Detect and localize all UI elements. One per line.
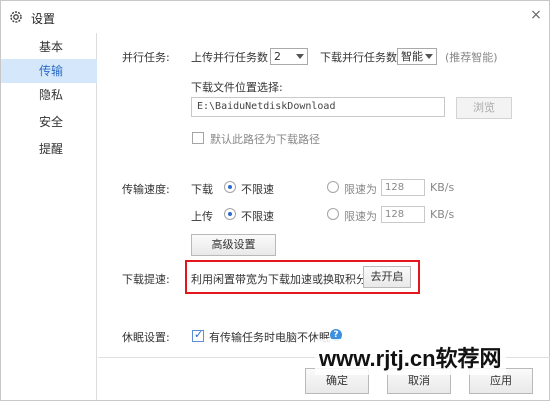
accelerate-description: 利用闲置带宽为下载加速或换取积分 [191,273,367,286]
title-bar: 设置 × [1,1,549,33]
site-watermark: www.rjtj.cn软荐网 [315,339,506,375]
enable-accelerate-button[interactable]: 去开启 [363,266,411,288]
no-sleep-checkbox[interactable] [192,328,204,342]
upload-parallel-select[interactable]: 2 [270,48,308,65]
upload-unlimited-radio[interactable] [224,208,236,220]
download-speed-label: 下载 [191,183,213,196]
download-limit-unit: KB/s [430,181,455,194]
upload-limit-radio[interactable] [327,208,339,220]
sidebar-item-transfer[interactable]: 传输 [1,59,97,83]
sidebar-item-security[interactable]: 安全 [1,110,97,134]
transfer-speed-label: 传输速度: [122,183,170,196]
no-sleep-label: 有传输任务时电脑不休眠 [209,331,330,344]
sidebar-item-reminder[interactable]: 提醒 [1,137,97,161]
default-path-label: 默认此路径为下载路径 [210,133,320,146]
sidebar-item-privacy[interactable]: 隐私 [1,83,97,107]
download-parallel-select[interactable]: 智能 [397,48,437,65]
upload-limit-unit: KB/s [430,208,455,221]
upload-parallel-label: 上传并行任务数 [191,51,268,64]
download-parallel-label: 下载并行任务数 [320,51,397,64]
browse-button[interactable]: 浏览 [456,97,512,119]
settings-sidebar: 基本 传输 隐私 安全 提醒 [1,33,97,400]
gear-icon [9,10,23,24]
download-limit-input[interactable]: 128 [381,179,425,196]
default-path-checkbox[interactable] [192,132,204,144]
download-path-input[interactable]: E:\BaiduNetdiskDownload [191,97,445,117]
upload-unlimited-label: 不限速 [241,210,274,223]
upload-limit-label: 限速为 [344,210,377,223]
settings-window: 设置 × 基本 传输 隐私 安全 提醒 并行任务: 上传并行任务数 2 下载并行… [0,0,550,401]
download-parallel-value: 智能 [401,50,423,63]
download-limit-radio[interactable] [327,181,339,193]
download-accelerate-label: 下载提速: [122,273,170,286]
parallel-tasks-label: 并行任务: [122,51,170,64]
download-unlimited-label: 不限速 [241,183,274,196]
upload-parallel-value: 2 [274,50,281,63]
close-button[interactable]: × [527,6,545,24]
download-limit-label: 限速为 [344,183,377,196]
download-parallel-hint: (推荐智能) [445,51,498,64]
window-title: 设置 [31,12,56,26]
advanced-settings-button[interactable]: 高级设置 [191,234,276,256]
download-location-label: 下载文件位置选择: [191,81,283,94]
upload-limit-input[interactable]: 128 [381,206,425,223]
chevron-down-icon [296,54,304,59]
download-unlimited-radio[interactable] [224,181,236,193]
chevron-down-icon [425,54,433,59]
upload-speed-label: 上传 [191,210,213,223]
sleep-settings-label: 休眠设置: [122,331,170,344]
sidebar-item-basic[interactable]: 基本 [1,35,97,59]
